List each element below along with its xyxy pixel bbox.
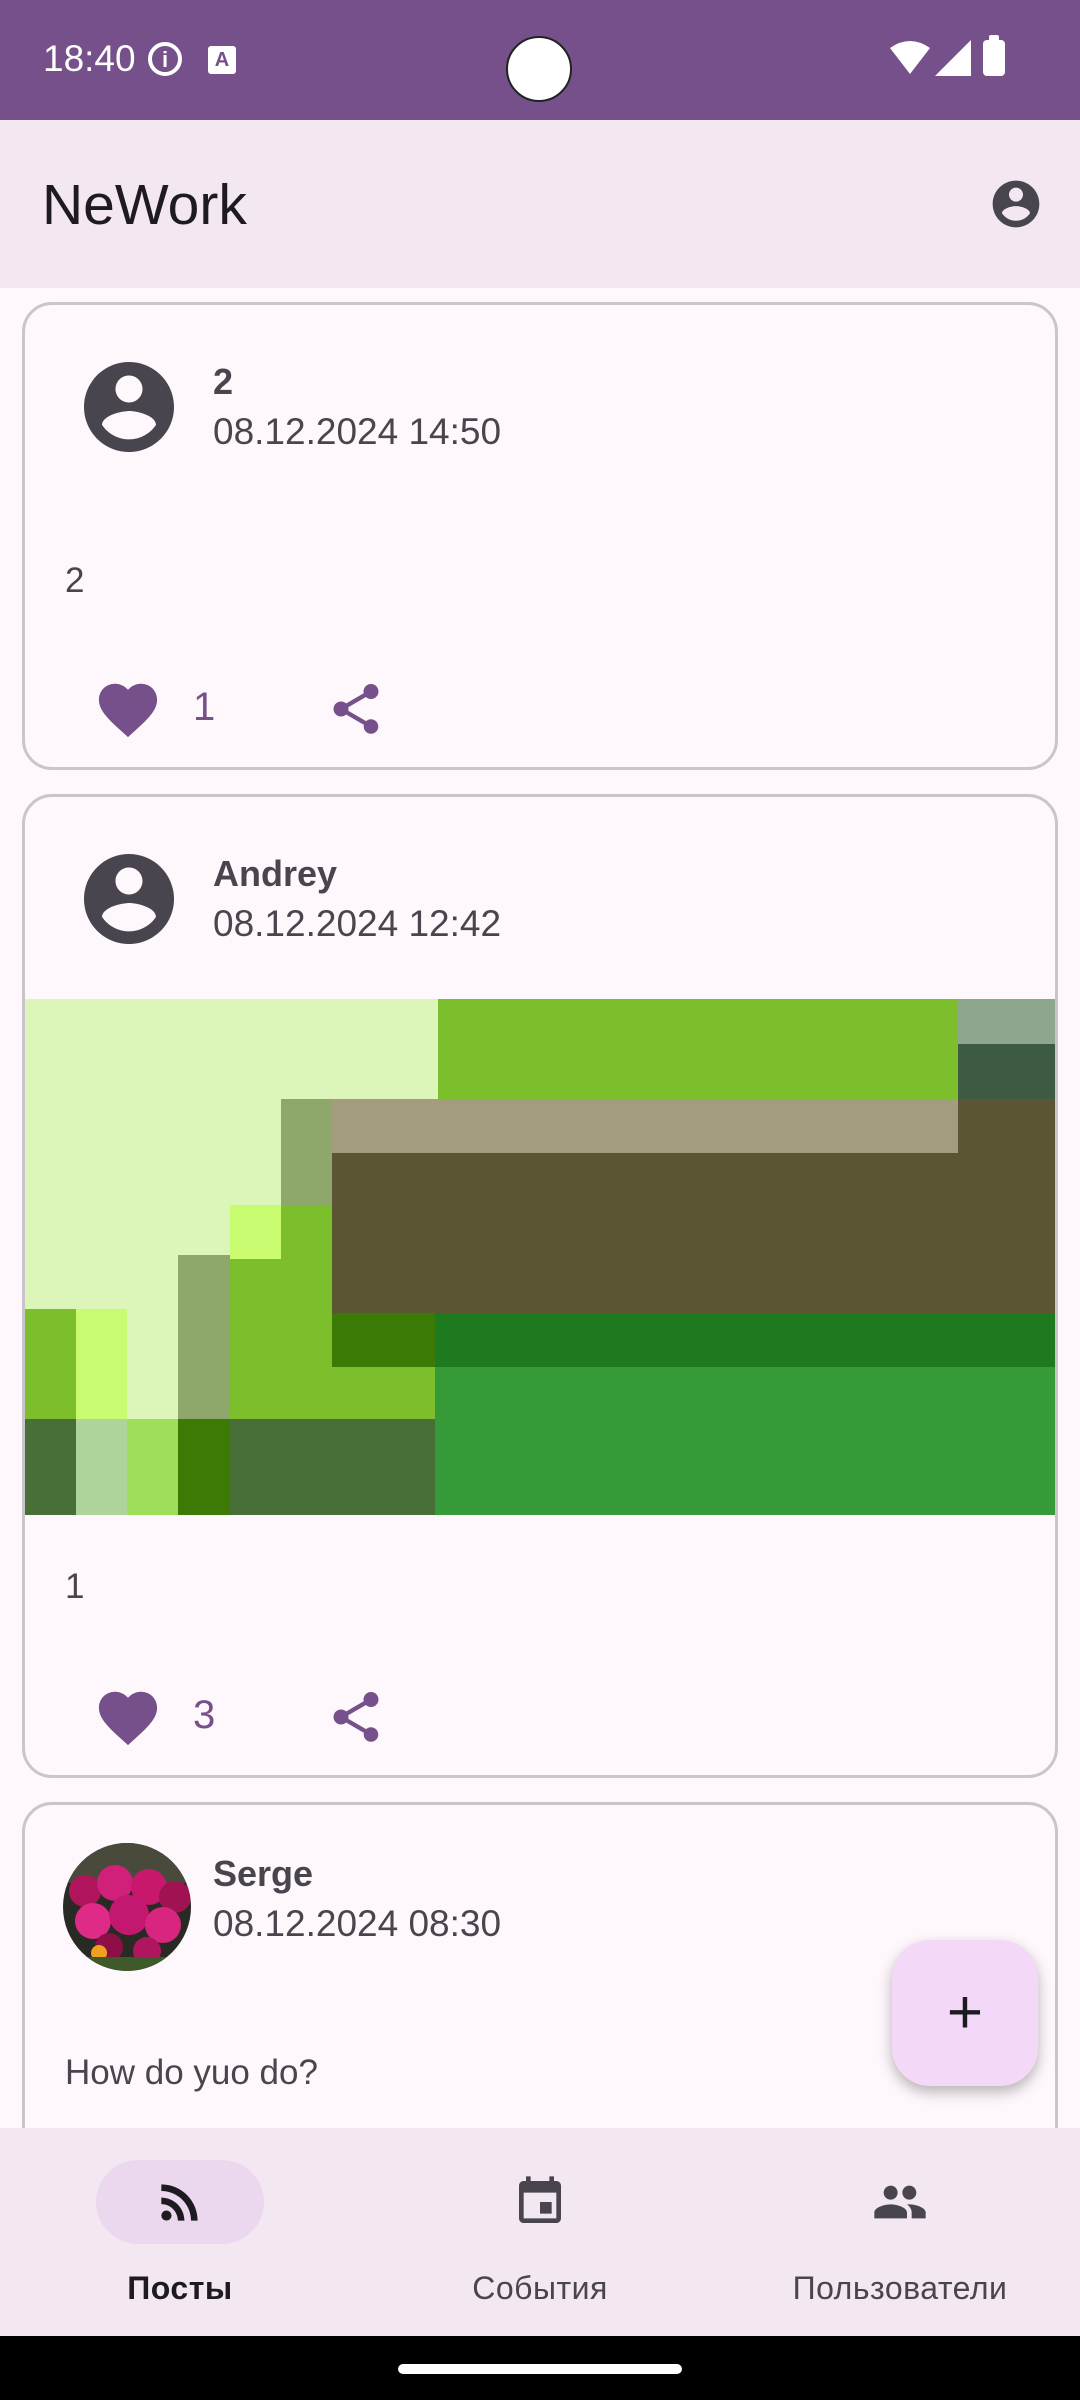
top-app-bar: NeWork [0, 120, 1080, 288]
nav-label: Пользователи [792, 2270, 1008, 2306]
post-content: 1 [65, 1567, 85, 1606]
front-camera-cutout [506, 36, 572, 102]
keyboard-a-icon: A [208, 46, 236, 74]
post-date: 08.12.2024 08:30 [213, 1903, 502, 1944]
like-count: 3 [193, 1693, 216, 1737]
post-author: 2 [213, 361, 234, 402]
home-gesture-handle[interactable] [398, 2364, 682, 2374]
like-count: 1 [193, 685, 216, 729]
post-content: How do yuo do? [65, 2053, 318, 2092]
like-heart-icon[interactable] [93, 675, 163, 739]
info-icon: i [148, 42, 182, 76]
status-time: 18:40 [43, 38, 136, 79]
post-content: 2 [65, 561, 85, 600]
share-icon[interactable] [325, 679, 387, 739]
add-icon: + [946, 1978, 984, 2047]
nav-item-events[interactable]: События [360, 2128, 720, 2336]
default-avatar-icon [84, 854, 174, 944]
like-heart-icon[interactable] [93, 1683, 163, 1747]
post-date: 08.12.2024 14:50 [213, 411, 502, 452]
calendar-icon [519, 2176, 561, 2223]
nav-item-posts[interactable]: Посты [0, 2128, 360, 2336]
share-icon[interactable] [325, 1687, 387, 1747]
default-avatar-icon [84, 362, 174, 452]
post-author: Andrey [213, 853, 338, 894]
signal-icon [935, 40, 971, 76]
bottom-navigation: Посты События Пользователи [0, 2128, 1080, 2336]
posts-feed[interactable]: 2 08.12.2024 14:50 2 1 Andrey 08.12.2024… [0, 288, 1080, 2128]
post-date: 08.12.2024 12:42 [213, 903, 502, 944]
wifi-icon [890, 41, 930, 74]
post-card[interactable]: Andrey 08.12.2024 12:42 1 3 [22, 794, 1058, 1778]
battery-icon [983, 35, 1005, 76]
rss-feed-icon [161, 2184, 198, 2221]
system-navigation-bar [0, 2336, 1080, 2400]
nav-label: Посты [127, 2270, 233, 2306]
app-title: NeWork [42, 173, 247, 237]
nav-label: События [472, 2270, 608, 2306]
people-icon [874, 2185, 926, 2219]
post-author: Serge [213, 1853, 314, 1894]
account-circle-icon[interactable] [988, 176, 1044, 232]
photo-avatar [63, 1843, 191, 1971]
add-post-fab[interactable]: + [892, 1940, 1038, 2086]
post-card[interactable]: 2 08.12.2024 14:50 2 1 [22, 302, 1058, 770]
nav-item-users[interactable]: Пользователи [720, 2128, 1080, 2336]
post-attachment-image[interactable] [25, 999, 1058, 1515]
